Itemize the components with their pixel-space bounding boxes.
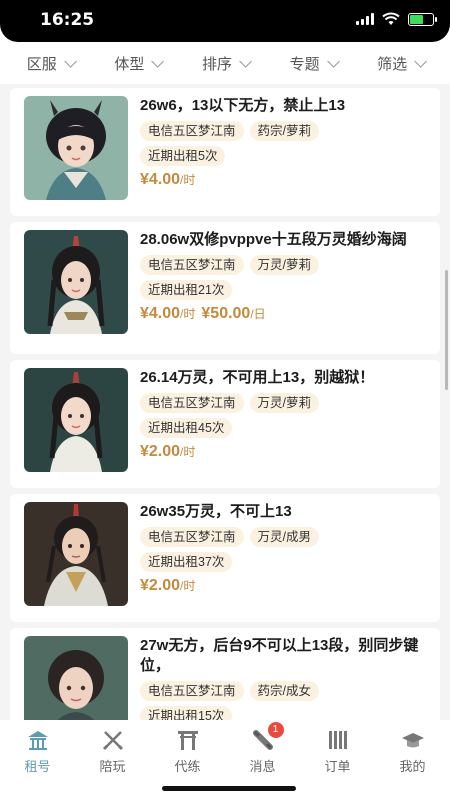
filter-bar: 区服 体型 排序 专题 筛选 bbox=[0, 42, 450, 84]
price-row: ¥4.00/时 ¥50.00/日 bbox=[140, 305, 430, 323]
listing-card[interactable]: 28.06w双修pvppve十五段万灵婚纱海阔 电信五区梦江南 万灵/萝莉 近期… bbox=[10, 222, 440, 354]
tab-rent-account[interactable]: 租号 bbox=[3, 728, 73, 775]
chevron-down-icon bbox=[151, 54, 165, 68]
daily-price: ¥50.00/日 bbox=[201, 305, 266, 322]
tab-profile[interactable]: 我的 bbox=[378, 728, 448, 775]
listing-card[interactable]: 27w无方，后台9不可以上13段，别同步键位， 电信五区梦江南 药宗/成女 近期… bbox=[10, 628, 440, 720]
server-tag: 电信五区梦江南 bbox=[140, 393, 244, 413]
filter-topic[interactable]: 专题 bbox=[290, 53, 340, 74]
filter-server[interactable]: 区服 bbox=[27, 53, 77, 74]
chevron-down-icon bbox=[414, 54, 428, 68]
server-tag: 电信五区梦江南 bbox=[140, 255, 244, 275]
character-avatar bbox=[24, 230, 128, 334]
scholar-hat-icon bbox=[401, 733, 424, 748]
price-row: ¥2.00/时 bbox=[140, 443, 430, 461]
price-row: ¥4.00/时 bbox=[140, 171, 430, 189]
class-tag: 万灵/萝莉 bbox=[249, 255, 319, 275]
chevron-down-icon bbox=[64, 54, 77, 68]
character-avatar bbox=[24, 96, 128, 200]
class-tag: 万灵/成男 bbox=[249, 527, 319, 547]
class-tag: 药宗/成女 bbox=[249, 681, 319, 701]
character-avatar bbox=[24, 368, 128, 472]
hourly-price: ¥2.00/时 bbox=[140, 443, 196, 460]
chevron-down-icon bbox=[239, 54, 252, 68]
listing-title: 26w35万灵，不可上13 bbox=[140, 503, 292, 520]
listing-title: 27w无方，后台9不可以上13段，别同步键位， bbox=[140, 637, 419, 674]
listing-tags: 电信五区梦江南 万灵/萝莉 bbox=[140, 255, 430, 275]
crossed-swords-icon bbox=[102, 731, 123, 751]
tab-companion[interactable]: 陪玩 bbox=[78, 728, 148, 775]
character-avatar bbox=[24, 502, 128, 606]
listing-title: 26.14万灵，不可用上13，别越狱！ bbox=[140, 369, 375, 386]
scrollbar[interactable] bbox=[445, 270, 448, 390]
server-tag: 电信五区梦江南 bbox=[140, 121, 244, 141]
listing-card[interactable]: 26.14万灵，不可用上13，别越狱！ 电信五区梦江南 万灵/萝莉 近期出租45… bbox=[10, 360, 440, 488]
hourly-price: ¥2.00/时 bbox=[140, 577, 196, 594]
home-indicator[interactable] bbox=[162, 786, 296, 791]
rental-count-tag: 近期出租37次 bbox=[140, 552, 233, 572]
battery-icon bbox=[408, 12, 437, 26]
listing-title: 26w6，13以下无方，禁止上13 bbox=[140, 97, 346, 114]
filter-advanced[interactable]: 筛选 bbox=[377, 53, 428, 74]
status-time: 16:25 bbox=[40, 10, 95, 30]
tab-boosting[interactable]: 代练 bbox=[153, 728, 223, 775]
tab-messages[interactable]: 1 消息 bbox=[228, 722, 298, 775]
bamboo-slips-icon bbox=[328, 731, 347, 749]
rental-count-tag: 近期出租15次 bbox=[140, 706, 233, 720]
listing-title: 28.06w双修pvppve十五段万灵婚纱海阔 bbox=[140, 231, 407, 248]
filter-sort[interactable]: 排序 bbox=[202, 53, 252, 74]
wifi-icon bbox=[382, 12, 400, 25]
character-avatar bbox=[24, 636, 128, 720]
listing-tags: 电信五区梦江南 万灵/萝莉 bbox=[140, 393, 430, 413]
hourly-price: ¥4.00/时 bbox=[140, 305, 196, 322]
listing-tags: 电信五区梦江南 药宗/萝莉 bbox=[140, 121, 430, 141]
server-tag: 电信五区梦江南 bbox=[140, 681, 244, 701]
price-row: ¥2.00/时 bbox=[140, 577, 430, 595]
rental-count-tag: 近期出租45次 bbox=[140, 418, 233, 438]
hourly-price: ¥4.00/时 bbox=[140, 171, 196, 188]
class-tag: 万灵/萝莉 bbox=[249, 393, 319, 413]
server-tag: 电信五区梦江南 bbox=[140, 527, 244, 547]
rental-count-tag: 近期出租21次 bbox=[140, 280, 233, 300]
listing-card[interactable]: 26w35万灵，不可上13 电信五区梦江南 万灵/成男 近期出租37次 ¥2.0… bbox=[10, 494, 440, 622]
gate-icon bbox=[177, 731, 198, 750]
listing-tags: 电信五区梦江南 药宗/成女 bbox=[140, 681, 430, 701]
chevron-down-icon bbox=[326, 54, 340, 68]
status-bar: 16:25 bbox=[0, 0, 450, 42]
rental-count-tag: 近期出租5次 bbox=[140, 146, 226, 166]
unread-badge: 1 bbox=[267, 722, 284, 738]
listing-card[interactable]: 26w6，13以下无方，禁止上13 电信五区梦江南 药宗/萝莉 近期出租5次 ¥… bbox=[10, 88, 440, 216]
temple-icon bbox=[27, 731, 48, 750]
status-icons bbox=[356, 12, 437, 26]
listing-tags: 电信五区梦江南 万灵/成男 bbox=[140, 527, 430, 547]
signal-icon bbox=[356, 13, 374, 25]
filter-body-type[interactable]: 体型 bbox=[114, 53, 165, 74]
listing-list[interactable]: 26w6，13以下无方，禁止上13 电信五区梦江南 药宗/萝莉 近期出租5次 ¥… bbox=[0, 84, 450, 720]
tab-orders[interactable]: 订单 bbox=[303, 728, 373, 775]
class-tag: 药宗/萝莉 bbox=[249, 121, 319, 141]
